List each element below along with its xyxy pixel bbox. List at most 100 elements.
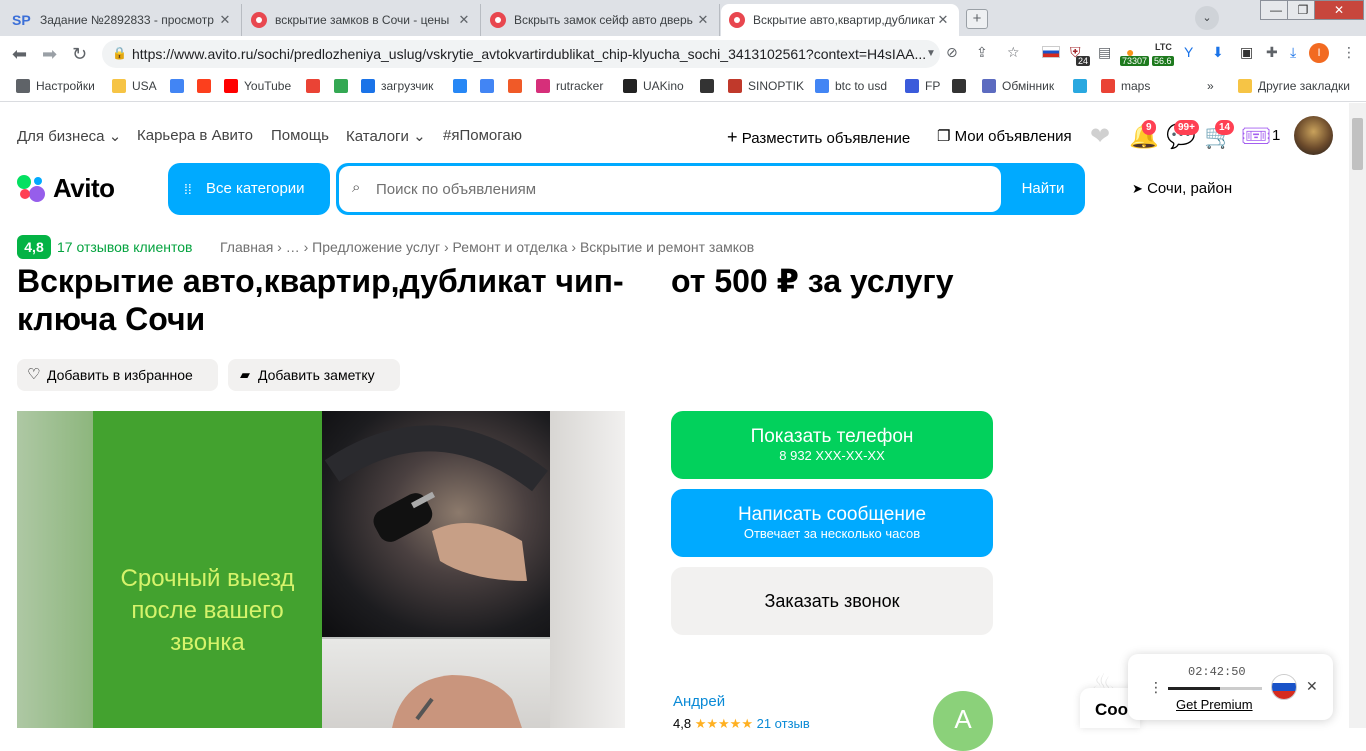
reviews-link[interactable]: 17 отзывов клиентов (57, 239, 193, 255)
close-icon[interactable]: ✕ (456, 12, 472, 28)
blocked-icon[interactable]: ⊘ (946, 44, 958, 61)
tab-search-results[interactable]: вскрытие замков в Сочи - цены ✕ (243, 4, 481, 36)
bookmark-item[interactable]: YouTube (224, 79, 291, 93)
hand-illustration (392, 675, 522, 728)
profile-avatar[interactable]: I (1309, 43, 1329, 63)
photo-gallery[interactable]: Срочный выезд после вашего звонка (17, 411, 625, 728)
get-premium-link[interactable]: Get Premium (1176, 697, 1253, 712)
post-ad-button[interactable]: + Разместить объявление (727, 127, 910, 148)
order-call-button[interactable]: Заказать звонок (671, 567, 993, 635)
address-bar[interactable]: https://www.avito.ru/sochi/predlozheniya… (102, 40, 940, 68)
seller-name-link[interactable]: Андрей (673, 693, 725, 710)
scrollbar-thumb[interactable] (1352, 118, 1363, 170)
bookmark-item[interactable]: rutracker (536, 79, 603, 93)
bookmark-item[interactable] (952, 79, 972, 93)
close-icon[interactable]: ✕ (935, 12, 951, 28)
bookmarks-overflow-button[interactable]: » (1207, 79, 1214, 93)
nav-ya-pomogayu[interactable]: #яПомогаю (443, 127, 522, 144)
url-dropdown-icon[interactable]: ▼ (926, 48, 936, 59)
listing-title: Вскрытие авто,квартир,дубликат чип-ключа… (17, 263, 624, 337)
nav-catalogs-label: Каталоги (346, 128, 409, 145)
user-avatar[interactable] (1294, 116, 1333, 155)
seller-reviews-link[interactable]: 21 отзыв (757, 716, 810, 731)
bookmark-item[interactable] (170, 79, 190, 93)
bookmark-item[interactable] (480, 79, 500, 93)
bookmark-item[interactable] (1073, 79, 1093, 93)
close-icon[interactable]: ✕ (695, 12, 711, 28)
write-message-button[interactable]: Написать сообщение Отвечает за несколько… (671, 489, 993, 557)
bookmark-item[interactable]: btc to usd (815, 79, 887, 93)
share-icon[interactable]: ⇪ (976, 44, 988, 61)
nav-catalogs[interactable]: Каталоги ⌄ (346, 127, 426, 145)
lock-icon[interactable]: 🔒 (112, 46, 127, 60)
bookmark-item[interactable] (197, 79, 217, 93)
forward-arrow-icon[interactable]: ➡ (42, 44, 57, 65)
note-icon: ▰ (240, 367, 250, 382)
bookmark-item[interactable]: Настройки (16, 79, 95, 93)
add-to-favorites-button[interactable]: ♡ Добавить в избранное (17, 359, 218, 391)
nav-career[interactable]: Карьера в Авито (137, 127, 253, 144)
bookmark-item[interactable] (306, 79, 326, 93)
location-selector[interactable]: ➤ Сочи, район (1132, 180, 1232, 197)
seller-avatar[interactable]: А (933, 691, 993, 751)
bookmark-item[interactable]: SINOPTIK (728, 79, 804, 93)
bookmark-item[interactable]: UAKino (623, 79, 684, 93)
gallery-prev-image[interactable] (17, 411, 93, 728)
gear-icon (16, 79, 30, 93)
player-progress-bar[interactable] (1168, 687, 1262, 690)
bookmark-item[interactable] (508, 79, 528, 93)
gallery-next-image[interactable] (550, 411, 625, 728)
other-bookmarks[interactable]: Другие закладки (1238, 79, 1350, 93)
show-phone-button[interactable]: Показать телефон 8 932 XXX-XX-XX (671, 411, 993, 479)
close-icon[interactable]: ✕ (1306, 678, 1318, 695)
window-close-button[interactable]: ✕ (1314, 0, 1364, 20)
bookmark-item[interactable]: maps (1101, 79, 1150, 93)
download-helper-icon[interactable]: ⬇ (1212, 44, 1224, 61)
tab-search-chevron-icon[interactable]: ⌄ (1195, 6, 1219, 30)
bookmark-item[interactable]: FP (905, 79, 940, 93)
response-time: Отвечает за несколько часов (743, 526, 921, 541)
uakino-icon (623, 79, 637, 93)
downloads-icon[interactable]: ⤓ (1290, 44, 1296, 61)
search-input[interactable] (376, 178, 976, 200)
favorites-heart-icon[interactable]: ❤ (1090, 122, 1110, 151)
avito-logo[interactable]: Avito (17, 172, 115, 204)
tab-safe-lock[interactable]: Вскрыть замок сейф авто дверь ✕ (482, 4, 720, 36)
bookmark-item[interactable]: Обмінник (982, 79, 1054, 93)
bookmark-item[interactable]: загрузчик (361, 79, 433, 93)
terminal-icon[interactable]: ▣ (1240, 44, 1253, 61)
nav-for-business[interactable]: Для бизнеса ⌄ (17, 127, 121, 145)
extensions-puzzle-icon[interactable]: ✚ (1266, 44, 1278, 61)
bookmark-star-icon[interactable]: ☆ (1007, 44, 1020, 61)
vpn-y-icon[interactable]: Y (1184, 44, 1193, 60)
new-tab-button[interactable]: + (966, 9, 988, 29)
briefcase-icon[interactable]: ▤ (1098, 44, 1111, 61)
more-options-icon[interactable]: ⋮ (1149, 679, 1163, 696)
ltc-price-badge: 56.6 (1152, 56, 1174, 66)
russia-flag-icon[interactable] (1271, 674, 1297, 700)
phone-mask: 8 932 XXX-XX-XX (779, 448, 885, 463)
bookmark-item[interactable] (453, 79, 473, 93)
breadcrumb[interactable]: Главная › … › Предложение услуг › Ремонт… (220, 239, 754, 255)
player-progress-fill (1168, 687, 1220, 690)
close-icon[interactable]: ✕ (217, 12, 233, 28)
bookmark-item[interactable] (334, 79, 354, 93)
browser-menu-icon[interactable]: ⋮ (1342, 44, 1356, 61)
seller-rating: 4,8 ★★★★★ 21 отзыв (673, 716, 810, 732)
add-note-button[interactable]: ▰ Добавить заметку (228, 359, 400, 391)
russia-flag-icon[interactable] (1042, 46, 1060, 58)
all-categories-label: Все категории (206, 180, 305, 197)
bookmark-item[interactable] (700, 79, 720, 93)
search-submit-button[interactable]: Найти (1001, 163, 1085, 215)
bookmark-item[interactable]: USA (112, 79, 157, 93)
reload-icon[interactable]: ↻ (72, 44, 87, 65)
page-scrollbar[interactable] (1349, 103, 1366, 728)
back-arrow-icon[interactable]: ⬅ (12, 44, 27, 65)
btc-price-badge: 73307 (1120, 56, 1150, 66)
my-ads-button[interactable]: ❐ Мои объявления (937, 127, 1072, 145)
all-categories-button[interactable]: ⁞⁞ Все категории (168, 163, 330, 215)
promo-ticket-icon[interactable]: 🎟 (1241, 122, 1271, 151)
nav-help[interactable]: Помощь (271, 127, 329, 144)
tab-task[interactable]: SP Задание №2892833 - просмотр з ✕ (4, 4, 242, 36)
tab-current-listing[interactable]: Вскрытие авто,квартир,дубликат ✕ (721, 4, 959, 36)
